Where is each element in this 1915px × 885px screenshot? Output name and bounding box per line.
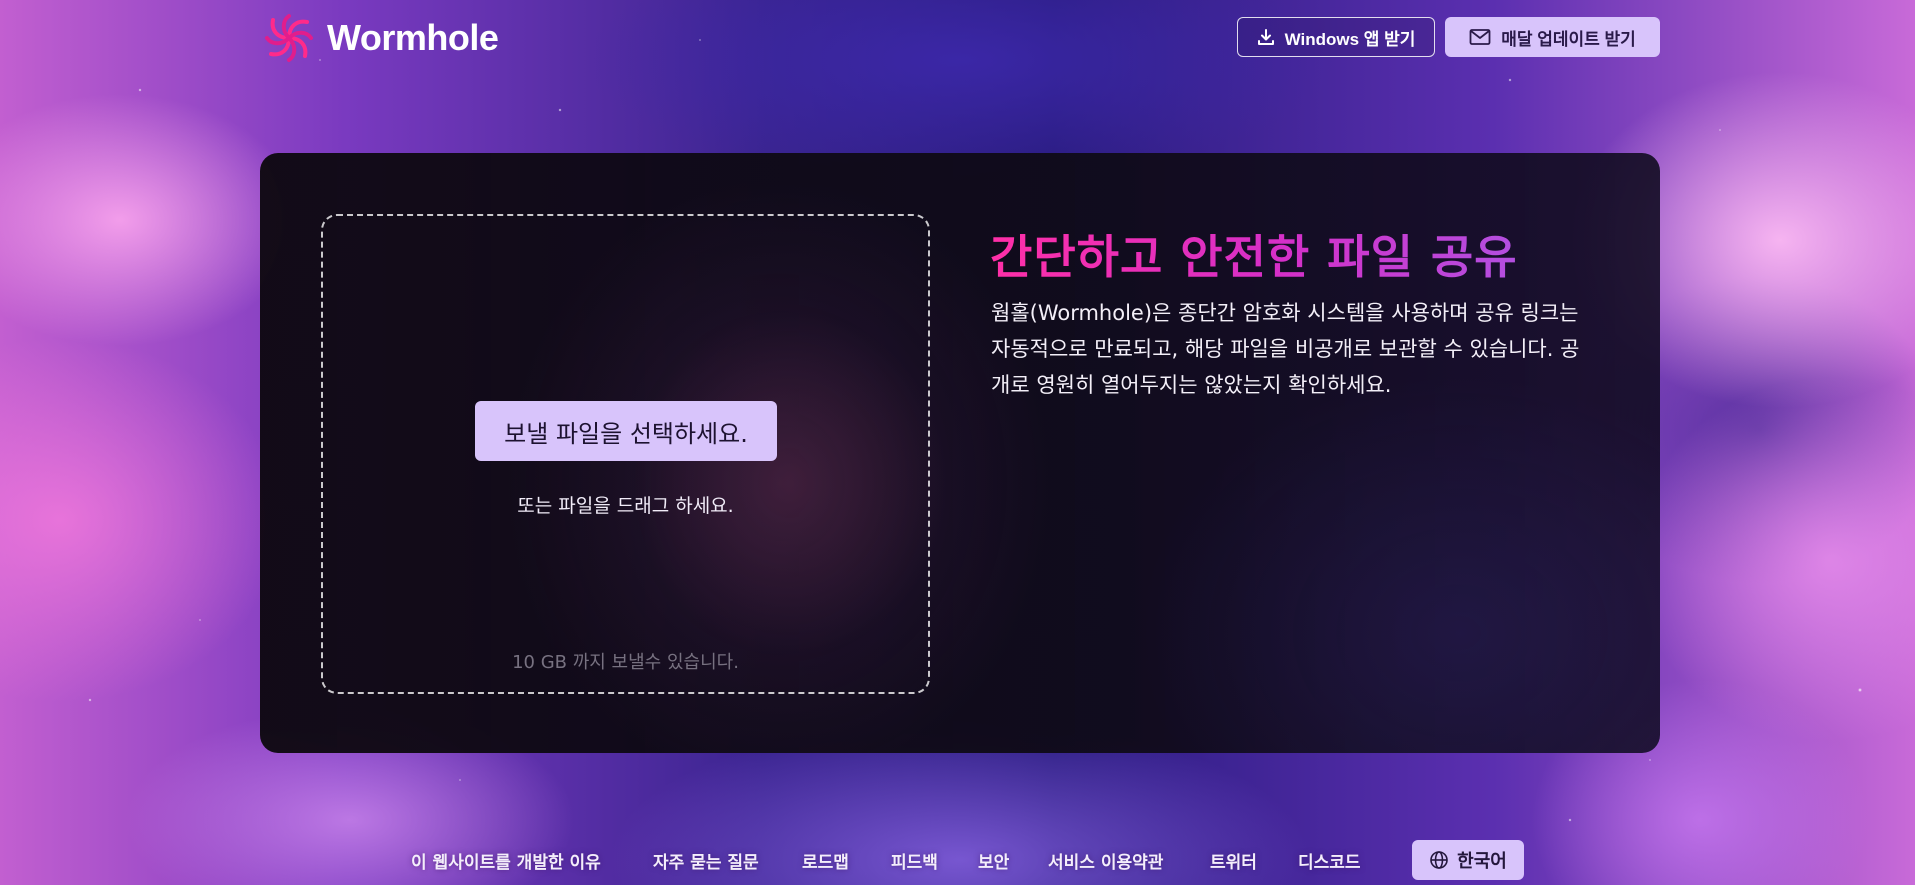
page-headline: 간단하고 안전한 파일 공유 (990, 221, 1518, 287)
footer-link-faq[interactable]: 자주 묻는 질문 (653, 848, 759, 873)
size-limit-note: 10 GB 까지 보낼수 있습니다. (512, 652, 739, 673)
language-selector-button[interactable]: 한국어 (1412, 840, 1524, 880)
page-description: 웜홀(Wormhole)은 종단간 암호화 시스템을 사용하며 공유 링크는 자… (991, 301, 1580, 397)
header: Wormhole Windows 앱 받기 매달 업데이트 받기 (0, 0, 1915, 80)
footer-link-security[interactable]: 보안 (978, 848, 1009, 873)
logo[interactable]: Wormhole (263, 12, 499, 64)
language-label: 한국어 (1457, 851, 1507, 872)
footer-link-why[interactable]: 이 웹사이트를 개발한 이유 (411, 848, 601, 873)
footer-link-terms[interactable]: 서비스 이용약관 (1048, 848, 1163, 873)
drag-hint-text: 또는 파일을 드래그 하세요. (517, 495, 734, 517)
footer-link-twitter[interactable]: 트위터 (1210, 848, 1257, 873)
get-windows-app-button[interactable]: Windows 앱 받기 (1237, 17, 1435, 57)
monthly-updates-label: 매달 업데이트 받기 (1501, 29, 1636, 49)
select-files-button[interactable]: 보낼 파일을 선택하세요. (475, 401, 777, 461)
monthly-updates-button[interactable]: 매달 업데이트 받기 (1445, 17, 1660, 57)
globe-icon (1430, 851, 1448, 869)
mail-icon (1469, 29, 1491, 45)
logo-text: Wormhole (327, 17, 499, 58)
main-card: 보낼 파일을 선택하세요. 또는 파일을 드래그 하세요. 10 GB 까지 보… (260, 153, 1660, 753)
file-dropzone[interactable]: 보낼 파일을 선택하세요. 또는 파일을 드래그 하세요. 10 GB 까지 보… (321, 214, 930, 694)
footer-link-roadmap[interactable]: 로드맵 (802, 848, 849, 873)
get-windows-app-label: Windows 앱 받기 (1284, 29, 1416, 49)
wormhole-logo-icon (265, 14, 313, 62)
download-icon (1257, 29, 1274, 45)
footer: 이 웹사이트를 개발한 이유 자주 묻는 질문 로드맵 피드백 보안 서비스 이… (0, 840, 1915, 880)
footer-link-feedback[interactable]: 피드백 (891, 848, 938, 873)
footer-link-discord[interactable]: 디스코드 (1298, 848, 1361, 873)
